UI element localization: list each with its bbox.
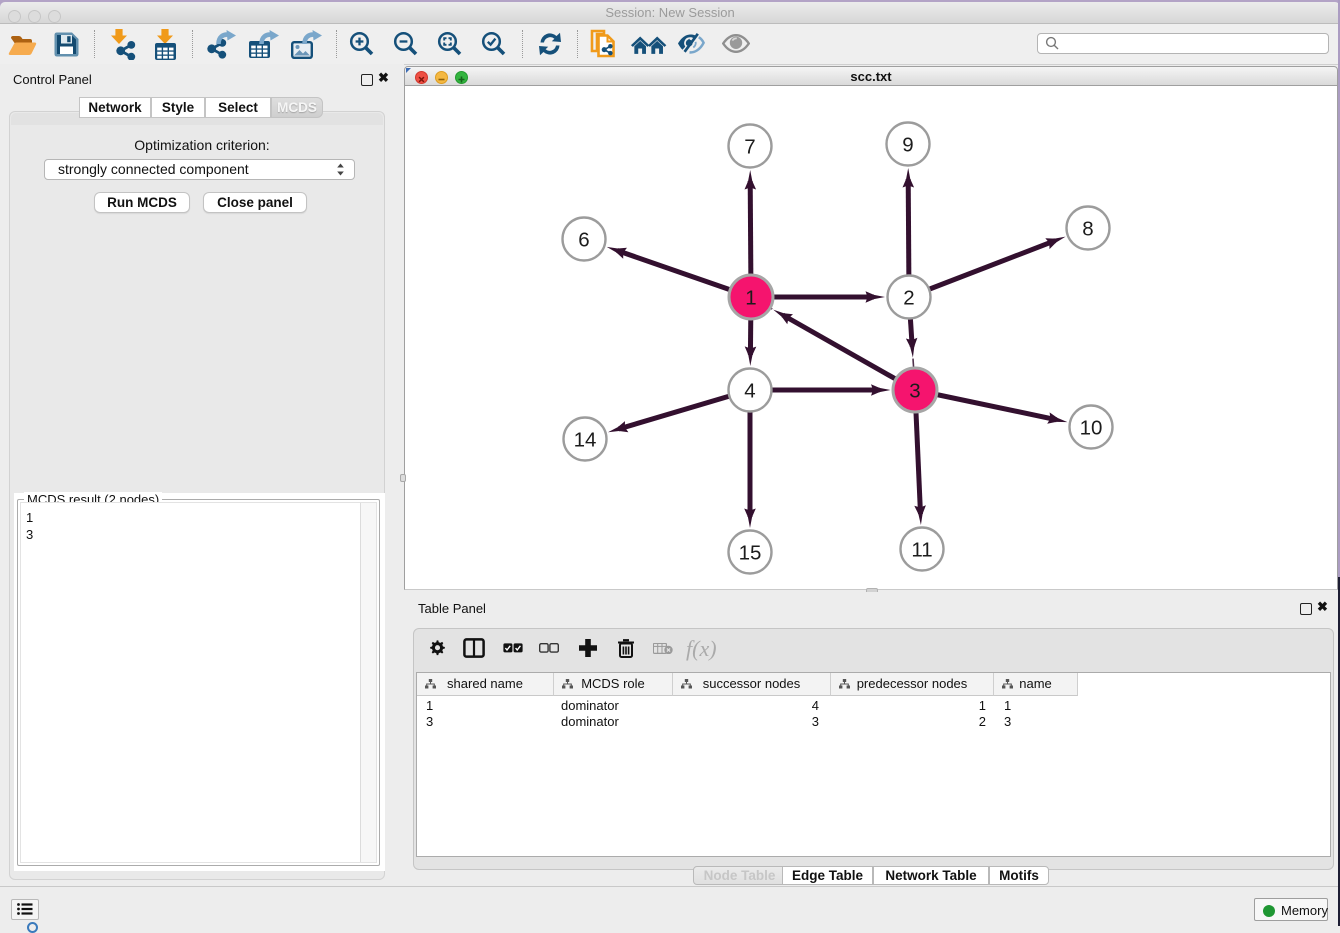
svg-text:4: 4	[744, 379, 755, 402]
svg-text:14: 14	[574, 428, 597, 451]
svg-text:15: 15	[739, 541, 762, 564]
svg-text:1: 1	[745, 286, 756, 309]
svg-text:3: 3	[909, 379, 920, 402]
svg-text:8: 8	[1082, 217, 1093, 240]
svg-text:11: 11	[911, 538, 932, 561]
svg-text:7: 7	[744, 135, 755, 158]
svg-text:6: 6	[578, 228, 589, 251]
svg-text:10: 10	[1080, 416, 1103, 439]
svg-text:9: 9	[902, 133, 913, 156]
svg-text:2: 2	[903, 286, 914, 309]
